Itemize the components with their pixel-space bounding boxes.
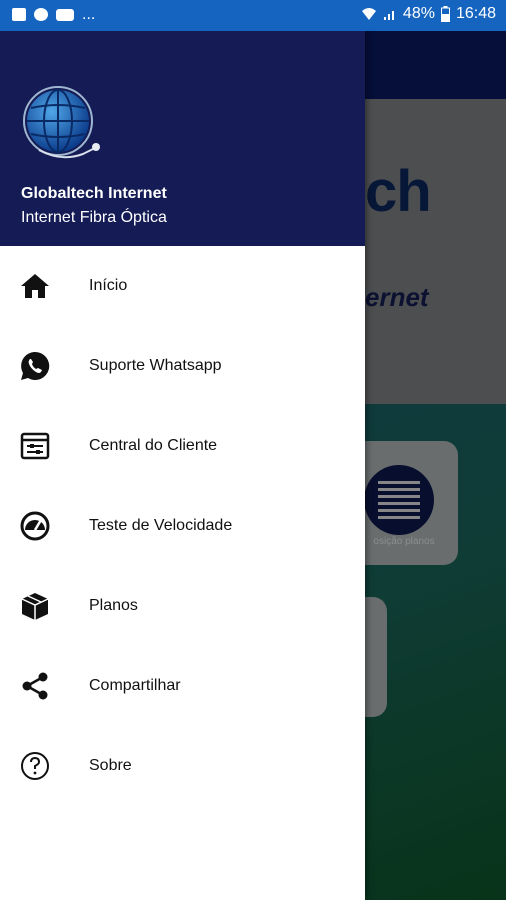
menu-item-inicio[interactable]: Início	[0, 246, 365, 326]
menu-item-label: Teste de Velocidade	[89, 517, 233, 534]
menu-item-label: Início	[89, 277, 128, 294]
help-icon	[21, 752, 49, 780]
menu-item-label: Planos	[89, 597, 138, 614]
youtube-icon	[56, 8, 74, 21]
drawer-title: Globaltech Internet	[21, 185, 167, 202]
image-icon	[12, 8, 26, 21]
home-icon	[21, 274, 49, 298]
signal-icon	[383, 11, 394, 20]
whatsapp-icon	[21, 351, 50, 380]
drawer-menu: Início Suporte Whatsapp Central do Clien…	[0, 246, 365, 806]
notification-overflow: ...	[82, 5, 96, 23]
speedometer-icon	[20, 511, 50, 541]
menu-item-teste-de-velocidade[interactable]: Teste de Velocidade	[0, 486, 365, 566]
bixby-icon	[34, 8, 48, 21]
client-panel-icon	[20, 432, 50, 460]
globe-logo-icon	[23, 86, 100, 159]
menu-item-planos[interactable]: Planos	[0, 566, 365, 646]
status-bar: ... 48% 16:48	[0, 0, 506, 31]
navigation-drawer: Globaltech Internet Internet Fibra Óptic…	[0, 31, 365, 900]
clock: 16:48	[455, 5, 496, 22]
wifi-icon	[361, 8, 376, 20]
menu-item-label: Central do Cliente	[89, 437, 218, 454]
battery-percent: 48%	[402, 5, 435, 22]
share-icon	[22, 672, 48, 700]
menu-item-central-do-cliente[interactable]: Central do Cliente	[0, 406, 365, 486]
battery-icon	[440, 6, 450, 22]
menu-item-label: Sobre	[89, 757, 132, 774]
drawer-scrim[interactable]	[365, 31, 506, 900]
menu-item-compartilhar[interactable]: Compartilhar	[0, 646, 365, 726]
drawer-subtitle: Internet Fibra Óptica	[21, 209, 167, 226]
menu-item-sobre[interactable]: Sobre	[0, 726, 365, 806]
menu-item-label: Compartilhar	[89, 677, 181, 694]
menu-item-label: Suporte Whatsapp	[89, 357, 222, 374]
drawer-header: Globaltech Internet Internet Fibra Óptic…	[0, 31, 365, 246]
box-icon	[21, 593, 49, 620]
menu-item-suporte-whatsapp[interactable]: Suporte Whatsapp	[0, 326, 365, 406]
